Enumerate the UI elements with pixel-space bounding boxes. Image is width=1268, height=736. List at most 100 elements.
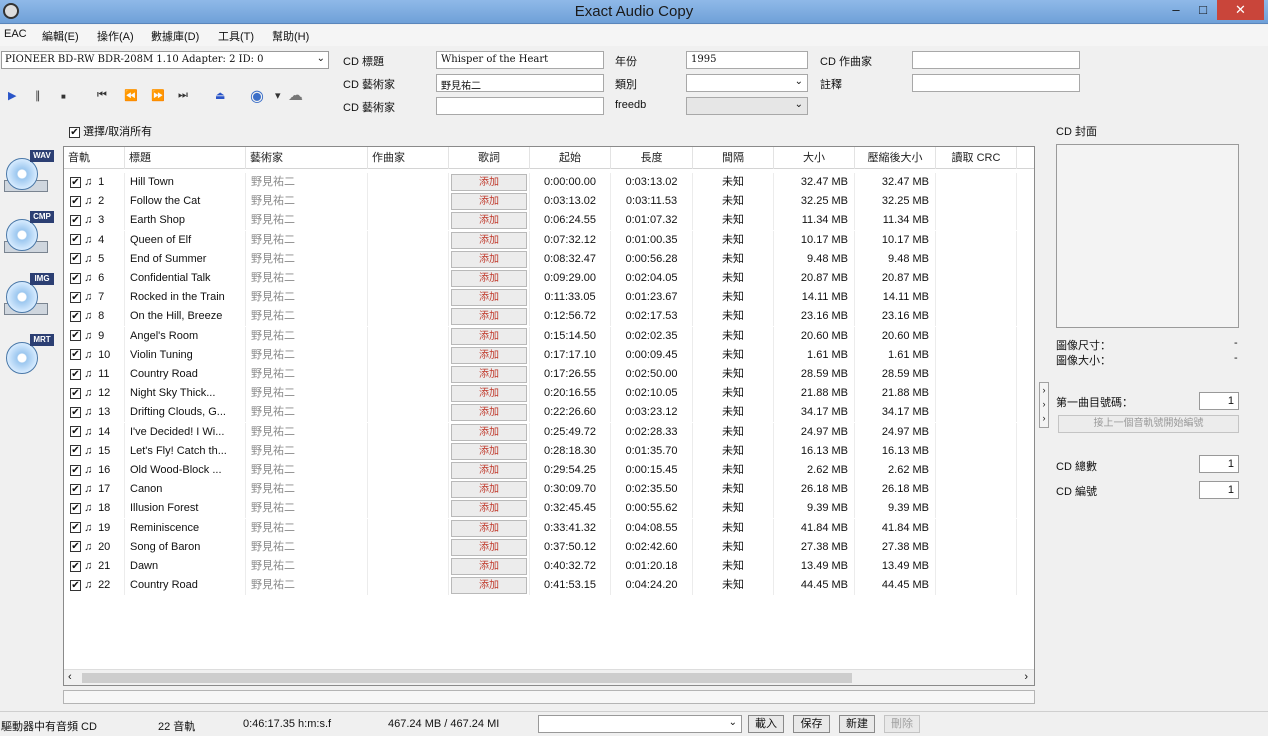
cell-title[interactable]: Old Wood-Block ... xyxy=(125,461,246,480)
add-lyrics-button[interactable]: 添加 xyxy=(451,423,527,441)
table-row[interactable]: ✔ ♫ 2 Follow the Cat 野見祐二 添加 0:03:13.02 0:03:1… xyxy=(64,192,1034,212)
cell-composer[interactable] xyxy=(368,307,449,327)
cell-title[interactable]: Rocked in the Train xyxy=(125,288,246,308)
table-row[interactable]: ✔ ♫ 11 Country Road 野見祐二 添加 0:17:26.55 0:02:50… xyxy=(64,365,1034,384)
add-lyrics-button[interactable]: 添加 xyxy=(451,212,527,230)
copy-wav-button[interactable]: WAV xyxy=(4,150,54,200)
menu-help[interactable]: 幫助(H) xyxy=(272,28,309,44)
cell-composer[interactable] xyxy=(368,173,449,192)
track-checkbox[interactable]: ✔ xyxy=(70,541,81,553)
track-checkbox[interactable]: ✔ xyxy=(70,234,81,246)
cell-title[interactable]: Reminiscence xyxy=(125,518,246,538)
menu-eac[interactable]: EAC xyxy=(4,28,27,40)
fast-forward-icon[interactable]: ⏩ xyxy=(151,89,165,102)
cell-title[interactable]: Violin Tuning xyxy=(125,345,246,365)
add-lyrics-button[interactable]: 添加 xyxy=(451,193,527,211)
scroll-left-icon[interactable]: ‹ xyxy=(68,671,72,683)
cell-title[interactable]: On the Hill, Breeze xyxy=(125,307,246,327)
col-length[interactable]: 長度 xyxy=(611,147,693,169)
table-row[interactable]: ✔ ♫ 9 Angel's Room 野見祐二 添加 0:15:14.50 0:02:02.… xyxy=(64,326,1034,346)
table-row[interactable]: ✔ ♫ 17 Canon 野見祐二 添加 0:30:09.70 0:02:35.50 未知 26… xyxy=(64,480,1034,500)
cell-artist[interactable]: 野見祐二 xyxy=(246,326,368,346)
stop-icon[interactable]: ■ xyxy=(61,92,66,101)
cell-composer[interactable] xyxy=(368,576,449,596)
drive-select[interactable]: PIONEER BD-RW BDR-208M 1.10 Adapter: 2 I… xyxy=(1,51,329,69)
cell-composer[interactable] xyxy=(368,288,449,308)
cell-artist[interactable]: 野見祐二 xyxy=(246,576,368,596)
table-row[interactable]: ✔ ♫ 20 Song of Baron 野見祐二 添加 0:37:50.12 0:02:4… xyxy=(64,537,1034,557)
cd-artist-input[interactable]: 野見祐二 xyxy=(436,74,604,92)
copy-compressed-button[interactable]: CMP xyxy=(4,211,54,261)
col-size[interactable]: 大小 xyxy=(774,147,855,169)
table-row[interactable]: ✔ ♫ 5 End of Summer 野見祐二 添加 0:08:32.47 0:00:56… xyxy=(64,249,1034,269)
cell-artist[interactable]: 野見祐二 xyxy=(246,537,368,557)
cell-title[interactable]: Country Road xyxy=(125,365,246,384)
cell-title[interactable]: Angel's Room xyxy=(125,326,246,346)
table-row[interactable]: ✔ ♫ 15 Let's Fly! Catch th... 野見祐二 添加 0:28:18… xyxy=(64,441,1034,461)
cell-artist[interactable]: 野見祐二 xyxy=(246,365,368,384)
cell-artist[interactable]: 野見祐二 xyxy=(246,557,368,576)
col-lyrics[interactable]: 歌詞 xyxy=(449,147,530,169)
cell-title[interactable]: Hill Town xyxy=(125,173,246,192)
cell-artist[interactable]: 野見祐二 xyxy=(246,461,368,480)
add-lyrics-button[interactable]: 添加 xyxy=(451,404,527,422)
freedb-select[interactable]: ⌄ xyxy=(686,97,808,115)
cell-artist[interactable]: 野見祐二 xyxy=(246,288,368,308)
dropdown-arrow-icon[interactable]: ▾ xyxy=(275,89,281,102)
cell-title[interactable]: Canon xyxy=(125,480,246,500)
play-icon[interactable]: ▶ xyxy=(8,89,16,102)
cell-title[interactable]: I've Decided! I Wi... xyxy=(125,422,246,442)
cell-artist[interactable]: 野見祐二 xyxy=(246,518,368,538)
cell-composer[interactable] xyxy=(368,557,449,576)
add-lyrics-button[interactable]: 添加 xyxy=(451,481,527,499)
track-checkbox[interactable]: ✔ xyxy=(70,176,81,188)
refresh-icon[interactable]: ◉ xyxy=(250,86,264,106)
cell-title[interactable]: Illusion Forest xyxy=(125,499,246,519)
cell-title[interactable]: Drifting Clouds, G... xyxy=(125,403,246,423)
cell-composer[interactable] xyxy=(368,518,449,538)
table-row[interactable]: ✔ ♫ 16 Old Wood-Block ... 野見祐二 添加 0:29:54.25 0… xyxy=(64,461,1034,480)
last-track-icon[interactable]: ⏭ xyxy=(178,89,188,102)
cell-title[interactable]: Country Road xyxy=(125,576,246,596)
table-row[interactable]: ✔ ♫ 14 I've Decided! I Wi... 野見祐二 添加 0:25:49.… xyxy=(64,422,1034,442)
copy-image-button[interactable]: IMG xyxy=(4,273,54,323)
cell-composer[interactable] xyxy=(368,192,449,212)
add-lyrics-button[interactable]: 添加 xyxy=(451,538,527,556)
cell-title[interactable]: Let's Fly! Catch th... xyxy=(125,441,246,461)
write-button[interactable]: MRT xyxy=(4,334,54,384)
col-compressed-size[interactable]: 壓縮後大小 xyxy=(855,147,936,169)
table-row[interactable]: ✔ ♫ 7 Rocked in the Train 野見祐二 添加 0:11:33.05 0… xyxy=(64,288,1034,308)
col-start[interactable]: 起始 xyxy=(530,147,611,169)
track-checkbox[interactable]: ✔ xyxy=(70,310,81,322)
table-row[interactable]: ✔ ♫ 3 Earth Shop 野見祐二 添加 0:06:24.55 0:01:07.32… xyxy=(64,211,1034,231)
cell-composer[interactable] xyxy=(368,269,449,288)
cell-artist[interactable]: 野見祐二 xyxy=(246,269,368,288)
cell-title[interactable]: Queen of Elf xyxy=(125,230,246,250)
maximize-button[interactable]: □ xyxy=(1190,0,1216,20)
col-artist[interactable]: 藝術家 xyxy=(246,147,368,169)
cell-artist[interactable]: 野見祐二 xyxy=(246,211,368,231)
table-row[interactable]: ✔ ♫ 4 Queen of Elf 野見祐二 添加 0:07:32.12 0:01:00.… xyxy=(64,230,1034,250)
add-lyrics-button[interactable]: 添加 xyxy=(451,289,527,307)
add-lyrics-button[interactable]: 添加 xyxy=(451,558,527,575)
cell-title[interactable]: Song of Baron xyxy=(125,537,246,557)
track-checkbox[interactable]: ✔ xyxy=(70,195,81,207)
cover-image[interactable] xyxy=(1056,144,1239,328)
minimize-button[interactable]: ‒ xyxy=(1163,0,1189,20)
cell-artist[interactable]: 野見祐二 xyxy=(246,192,368,212)
cell-title[interactable]: Earth Shop xyxy=(125,211,246,231)
cell-composer[interactable] xyxy=(368,422,449,442)
cell-composer[interactable] xyxy=(368,211,449,231)
delete-button[interactable]: 刪除 xyxy=(884,715,920,733)
track-checkbox[interactable]: ✔ xyxy=(70,445,81,457)
table-row[interactable]: ✔ ♫ 18 Illusion Forest 野見祐二 添加 0:32:45.45 0:00… xyxy=(64,499,1034,519)
status-select[interactable]: ⌄ xyxy=(538,715,742,733)
continue-numbering-button[interactable]: 接上一個音軌號開始編號 xyxy=(1058,415,1239,433)
cell-composer[interactable] xyxy=(368,461,449,480)
cell-composer[interactable] xyxy=(368,499,449,519)
add-lyrics-button[interactable]: 添加 xyxy=(451,308,527,326)
eject-icon[interactable]: ⏏ xyxy=(215,89,225,102)
cd-title-input[interactable]: Whisper of the Heart xyxy=(436,51,604,69)
cell-composer[interactable] xyxy=(368,537,449,557)
table-row[interactable]: ✔ ♫ 22 Country Road 野見祐二 添加 0:41:53.15 0:04:24… xyxy=(64,576,1034,596)
